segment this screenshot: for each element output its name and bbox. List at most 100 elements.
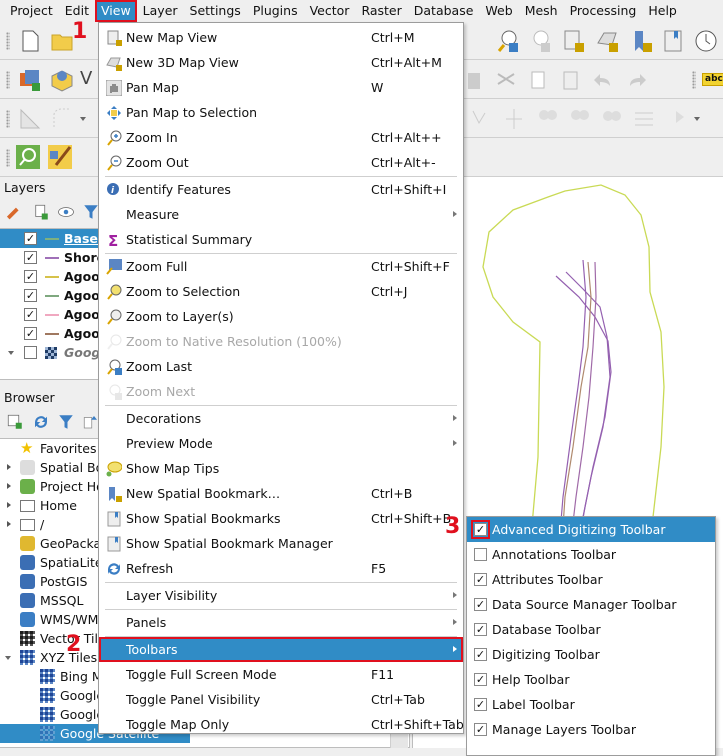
georeferencer-icon[interactable] [48,145,72,169]
expand-arrow-icon[interactable] [7,483,11,489]
toolbar-checkbox[interactable]: ✓ [471,520,490,539]
delete-selected-icon[interactable] [462,68,486,92]
dropdown-arrow-icon[interactable] [80,117,86,121]
dropdown-arrow-icon[interactable] [694,117,700,121]
expand-arrow-icon[interactable] [8,351,14,355]
browser-item[interactable]: Project Ho [0,477,104,496]
menu-item-preview-mode[interactable]: Preview Mode [99,431,463,456]
menu-item-zoom-last[interactable]: Zoom Last [99,354,463,379]
browser-item[interactable]: Bing M [0,667,103,686]
menu-database[interactable]: Database [408,0,480,22]
menu-item-new-spatial-bookmark[interactable]: New Spatial Bookmark… Ctrl+B [99,481,463,506]
toolbar-grip[interactable] [692,71,696,89]
add-group-icon[interactable] [32,203,50,221]
menu-item-zoom-to-layer-s[interactable]: Zoom to Layer(s) [99,304,463,329]
menu-mesh[interactable]: Mesh [519,0,564,22]
browser-item[interactable]: Home [0,496,100,515]
layer-visibility-checkbox[interactable]: ✓ [24,308,37,321]
browser-item[interactable]: Spatial Bo [0,458,103,477]
toolbar-toggle-attributes-toolbar[interactable]: ✓ Attributes Toolbar [467,567,715,592]
menu-item-zoom-to-selection[interactable]: Zoom to Selection Ctrl+J [99,279,463,304]
style-manager-icon[interactable] [6,203,24,221]
menu-item-layer-visibility[interactable]: Layer Visibility [99,583,463,608]
toolbar-checkbox[interactable]: ✓ [474,573,487,586]
toolbar-toggle-digitizing-toolbar[interactable]: ✓ Digitizing Toolbar [467,642,715,667]
browser-item[interactable]: Vector Tile [0,629,106,648]
toolbar-toggle-help-toolbar[interactable]: ✓ Help Toolbar [467,667,715,692]
menu-item-toggle-panel-visibility[interactable]: Toggle Panel Visibility Ctrl+Tab [99,687,463,712]
browser-item[interactable]: GeoPacka [0,534,101,553]
menu-item-identify-features[interactable]: i Identify Features Ctrl+Shift+I [99,177,463,202]
toolbar-checkbox[interactable]: ✓ [474,648,487,661]
toolbar-toggle-data-source-manager-toolbar[interactable]: ✓ Data Source Manager Toolbar [467,592,715,617]
toolbar-toggle-database-toolbar[interactable]: ✓ Database Toolbar [467,617,715,642]
toolbar-checkbox[interactable]: ✓ [474,598,487,611]
layer-item[interactable]: Googl [0,343,105,362]
menu-help[interactable]: Help [642,0,683,22]
open-project-icon[interactable] [50,29,74,53]
locator-search-icon[interactable] [16,145,40,169]
browser-item[interactable]: PostGIS [0,572,100,591]
add-selected-layers-icon[interactable] [6,413,24,431]
layer-visibility-checkbox[interactable]: ✓ [24,270,37,283]
new-geopackage-icon[interactable] [50,68,74,92]
new-project-icon[interactable] [18,29,42,53]
layer-visibility-checkbox[interactable] [24,346,37,359]
redo-icon[interactable] [624,68,648,92]
menu-item-toggle-map-only[interactable]: Toggle Map Only Ctrl+Shift+Tab [99,712,464,737]
menu-item-show-map-tips[interactable]: Show Map Tips [99,456,463,481]
toolbar-toggle-manage-layers-toolbar[interactable]: ✓ Manage Layers Toolbar [467,717,715,742]
browser-item[interactable]: SpatiaLite [0,553,103,572]
copy-features-icon[interactable] [526,68,550,92]
menu-item-toggle-full-screen-mode[interactable]: Toggle Full Screen Mode F11 [99,662,463,687]
rotate-point-icon[interactable] [664,107,688,131]
split-parts-icon[interactable] [568,107,592,131]
toolbar-checkbox[interactable]: ✓ [474,623,487,636]
menu-vector[interactable]: Vector [304,0,356,22]
layer-item[interactable]: ✓ Shore [0,248,105,267]
menu-item-zoom-full[interactable]: Zoom Full Ctrl+Shift+F [99,254,463,279]
paste-features-icon[interactable] [558,68,582,92]
toolbar-checkbox[interactable]: ✓ [474,673,487,686]
browser-item[interactable]: MSSQL [0,591,100,610]
toolbar-grip[interactable] [6,149,10,167]
new-map-view-icon[interactable] [562,29,586,53]
cut-features-icon[interactable] [494,68,518,92]
refresh-browser-icon[interactable] [32,413,50,431]
layer-item[interactable]: ✓ Agoo [0,324,100,343]
label-toolbar-icon[interactable]: abc [702,73,723,86]
toolbar-grip[interactable] [6,32,10,50]
menu-item-show-spatial-bookmarks[interactable]: Show Spatial Bookmarks Ctrl+Shift+B [99,506,463,531]
collapse-arrow-icon[interactable] [5,656,11,660]
toolbar-toggle-label-toolbar[interactable]: ✓ Label Toolbar [467,692,715,717]
merge-features-icon[interactable] [600,107,624,131]
toolbar-checkbox[interactable]: ✓ [474,723,487,736]
menu-item-statistical-summary[interactable]: Σ Statistical Summary [99,227,463,252]
expand-arrow-icon[interactable] [7,521,11,527]
layer-visibility-checkbox[interactable]: ✓ [24,327,37,340]
expand-arrow-icon[interactable] [7,464,11,470]
toolbar-grip[interactable] [6,110,10,128]
menu-item-new-map-view[interactable]: New Map View Ctrl+M [99,25,463,50]
show-bookmarks-icon[interactable] [662,29,686,53]
digitize-curve-icon[interactable] [50,107,74,131]
browser-item[interactable]: XYZ Tiles [0,648,100,667]
toolbar-checkbox[interactable]: ✓ [474,698,487,711]
manage-visibility-icon[interactable] [57,203,75,221]
layer-item[interactable]: ✓ Baseli [0,229,106,248]
toolbar-checkbox[interactable] [474,548,487,561]
menu-layer[interactable]: Layer [137,0,184,22]
menu-raster[interactable]: Raster [355,0,407,22]
layer-visibility-checkbox[interactable]: ✓ [24,232,37,245]
undo-icon[interactable] [592,68,616,92]
data-source-manager-icon[interactable] [18,68,42,92]
toolbar-toggle-advanced-digitizing-toolbar[interactable]: ✓ Advanced Digitizing Toolbar [467,517,715,542]
browser-item[interactable]: Google [0,705,104,724]
layer-item[interactable]: ✓ Agoo [0,305,100,324]
toolbar-toggle-annotations-toolbar[interactable]: Annotations Toolbar [467,542,715,567]
menu-item-show-spatial-bookmark-manager[interactable]: Show Spatial Bookmark Manager [99,531,463,556]
menu-view[interactable]: View [95,0,137,22]
menu-item-zoom-in[interactable]: Zoom In Ctrl+Alt++ [99,125,463,150]
menu-item-pan-map-to-selection[interactable]: Pan Map to Selection [99,100,463,125]
browser-item[interactable]: / [0,515,100,534]
